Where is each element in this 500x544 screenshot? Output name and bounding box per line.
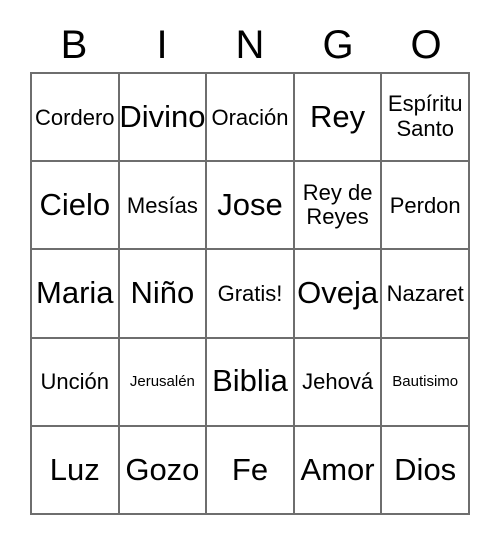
bingo-cell-label: Fe [231, 451, 269, 487]
bingo-cell[interactable]: Cordero [32, 74, 120, 163]
bingo-cell-label: Mesías [126, 192, 198, 218]
bingo-cell-label: Oveja [297, 275, 379, 311]
bingo-cell-label: Perdon [389, 192, 461, 218]
bingo-cell-label: Niño [130, 275, 195, 311]
bingo-cell[interactable]: Espíritu Santo [382, 74, 470, 163]
bingo-cell-label: Rey [310, 98, 366, 134]
bingo-cell-label: Espíritu Santo [387, 91, 463, 142]
bingo-cell-label: Dios [394, 451, 457, 487]
bingo-header-letter-o: O [410, 23, 442, 67]
bingo-cell-label: Gratis! [217, 280, 283, 306]
bingo-cell[interactable]: Rey [294, 74, 383, 163]
bingo-cell[interactable]: Divino [119, 74, 208, 163]
bingo-header-row: B I N G O [30, 20, 470, 70]
bingo-cell[interactable]: Jose [207, 162, 295, 251]
bingo-cell[interactable]: Gozo [119, 426, 208, 515]
bingo-cell[interactable]: Nazaret [382, 250, 470, 339]
bingo-cell-label: Biblia [212, 363, 288, 399]
bingo-cell[interactable]: Bautisimo [382, 338, 470, 427]
bingo-cell[interactable]: Fe [207, 426, 295, 515]
bingo-cell[interactable]: Dios [382, 426, 470, 515]
bingo-cell-label: Gozo [125, 451, 200, 487]
bingo-cell-label: Cielo [39, 187, 111, 223]
bingo-cell-label: Luz [49, 451, 100, 487]
bingo-cell-label: Oración [211, 104, 289, 130]
bingo-cell[interactable]: Oración [207, 74, 295, 163]
bingo-cell[interactable]: Luz [32, 426, 120, 515]
bingo-cell[interactable]: Jerusalén [119, 338, 208, 427]
bingo-cell-label: Rey de Reyes [302, 179, 373, 230]
bingo-header-letter-g: G [322, 23, 354, 67]
bingo-cell[interactable]: Unción [32, 338, 120, 427]
bingo-cell-free[interactable]: Gratis! [207, 250, 295, 339]
bingo-cell-label: Cordero [35, 104, 115, 130]
bingo-cell[interactable]: Jehová [294, 338, 383, 427]
bingo-card: B I N G O Cordero Divino Oración Rey Esp… [0, 0, 500, 544]
bingo-header-letter-n: N [235, 23, 265, 67]
bingo-header-letter-b: B [60, 23, 88, 67]
bingo-cell-label: Jerusalén [129, 372, 195, 390]
bingo-grid: Cordero Divino Oración Rey Espíritu Sant… [30, 72, 470, 515]
bingo-cell[interactable]: Amor [294, 426, 383, 515]
bingo-cell[interactable]: Oveja [294, 250, 383, 339]
bingo-header-letter-i: I [156, 23, 168, 67]
bingo-cell-label: Amor [300, 451, 375, 487]
bingo-cell-label: Jehová [302, 369, 374, 395]
bingo-cell[interactable]: Maria [32, 250, 120, 339]
bingo-cell[interactable]: Perdon [382, 162, 470, 251]
bingo-cell-label: Unción [40, 369, 110, 395]
bingo-cell[interactable]: Cielo [32, 162, 120, 251]
bingo-cell[interactable]: Biblia [207, 338, 295, 427]
bingo-cell-label: Nazaret [386, 280, 464, 306]
bingo-cell-label: Divino [119, 98, 206, 134]
bingo-cell[interactable]: Rey de Reyes [294, 162, 383, 251]
bingo-cell-label: Jose [217, 187, 283, 223]
bingo-cell[interactable]: Mesías [119, 162, 208, 251]
bingo-cell[interactable]: Niño [119, 250, 208, 339]
bingo-cell-label: Maria [36, 275, 114, 311]
bingo-cell-label: Bautisimo [392, 372, 459, 390]
